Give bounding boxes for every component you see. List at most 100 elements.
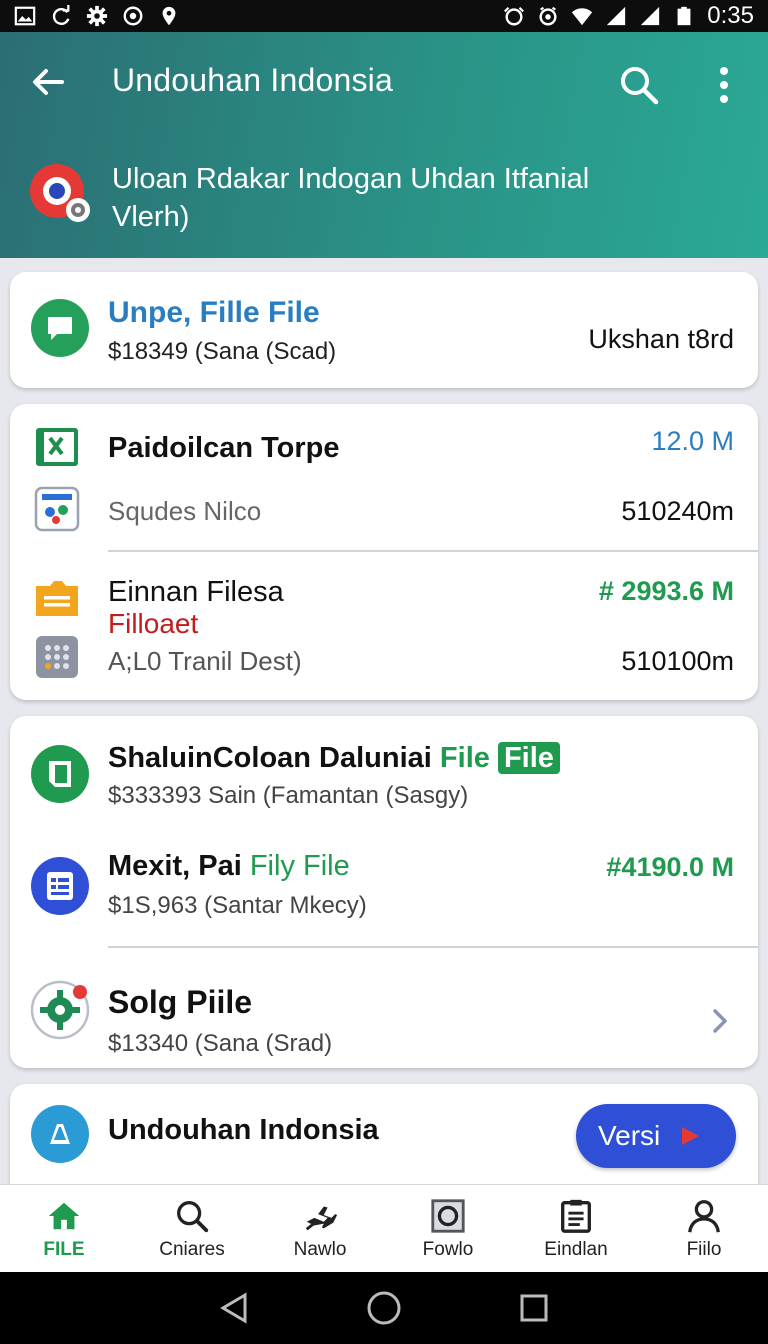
gear-icon	[86, 5, 108, 27]
file-type: Fily File	[249, 850, 350, 882]
chat-icon	[30, 298, 90, 358]
wifi-icon	[571, 5, 593, 27]
app-logo-icon	[30, 164, 90, 222]
more-vert-icon	[720, 67, 728, 103]
file-list-card-2: ShaluinColoan Daluniai File File $333393…	[10, 716, 758, 1068]
spreadsheet-icon	[34, 426, 80, 468]
form-icon	[30, 856, 90, 916]
search-icon	[177, 1200, 209, 1232]
file-meta: $333393 Sain (Famantan (Sasgy)	[108, 782, 469, 809]
file-name: Unpe, Fille File	[108, 296, 320, 329]
document-icon	[30, 744, 90, 804]
list-item[interactable]: Solg Piile $13340 (Sana (Srad)	[10, 950, 758, 1068]
file-status: Ukshan t8rd	[588, 324, 734, 354]
header-subtitle-line1: Uloan Rdakar Indogan Uhdan Itfanial	[112, 163, 590, 195]
nav-label: Nawlo	[293, 1238, 347, 1260]
version-button-label: Versi	[598, 1120, 661, 1151]
nav-label: Fowlo	[422, 1238, 474, 1260]
app-header: Undouhan Indonsia Uloan Rdakar Indogan U…	[0, 32, 768, 258]
search-button[interactable]	[614, 60, 664, 110]
nav-label: Eindlan	[544, 1238, 608, 1260]
more-options-button[interactable]	[704, 60, 744, 110]
calculator-icon	[34, 634, 80, 680]
clipboard-icon	[561, 1199, 591, 1233]
square-ring-icon	[431, 1198, 465, 1233]
photos-icon	[34, 486, 80, 532]
version-button[interactable]: Versi	[576, 1104, 736, 1168]
file-size: #4190.0 M	[606, 852, 734, 882]
file-name: Einnan Filesa	[108, 576, 284, 608]
file-card-featured[interactable]: Unpe, Fille File $18349 (Sana (Scad) Uks…	[10, 272, 758, 388]
file-size: 510240m	[621, 496, 734, 526]
header-subtitle: Uloan Rdakar Indogan Uhdan Itfanial Vler…	[112, 160, 672, 236]
file-tag: Filloaet	[108, 608, 199, 639]
file-name: Mexit, Pai Fily File	[108, 850, 350, 883]
location-icon	[158, 5, 180, 27]
bottom-navigation: FILE Cniares Nawlo Fowlo Eindlan Fiilo	[0, 1184, 768, 1272]
file-list-card: Paidoilcan Torpe 12.0 M Squdes Nilco 510…	[10, 404, 758, 700]
plane-icon	[305, 1206, 338, 1230]
gallery-icon	[14, 5, 36, 27]
nav-item-fowlo[interactable]: Fowlo	[384, 1185, 512, 1272]
system-back-button[interactable]	[214, 1288, 254, 1328]
square-recents-icon	[520, 1294, 548, 1322]
nav-label: Cniares	[159, 1238, 225, 1260]
nav-item-search[interactable]: Cniares	[128, 1185, 256, 1272]
target-icon	[537, 5, 559, 27]
system-navigation-bar	[0, 1272, 768, 1344]
page-title: Undouhan Indonsia	[112, 62, 393, 98]
record-icon	[122, 5, 144, 27]
header-subtitle-line2: Vlerh)	[112, 201, 190, 233]
list-item[interactable]: Squdes Nilco 510240m	[10, 484, 758, 554]
file-meta: $13340 (Sana (Srad)	[108, 1030, 333, 1057]
file-name-text: ShaluinColoan Daluniai	[108, 742, 432, 774]
system-recents-button[interactable]	[514, 1288, 554, 1328]
signal-icon-2	[639, 5, 661, 27]
alarm-icon	[503, 5, 525, 27]
list-item[interactable]: Mexit, Pai Fily File $1S,963 (Santar Mke…	[10, 838, 758, 946]
search-icon	[621, 67, 659, 105]
arrow-left-icon	[33, 69, 64, 95]
divider	[108, 550, 758, 552]
signal-icon	[605, 5, 627, 27]
back-button[interactable]	[26, 60, 70, 104]
file-name-text: Mexit, Pai	[108, 850, 242, 882]
file-size: 12.0 M	[651, 426, 734, 456]
nav-item-profile[interactable]: Fiilo	[640, 1185, 768, 1272]
play-arrow-icon	[682, 1127, 700, 1145]
settings-app-icon	[30, 978, 92, 1040]
app-name: Undouhan Indonsia	[108, 1114, 379, 1146]
file-type: File	[439, 742, 490, 774]
status-bar: 0:35	[0, 0, 768, 32]
battery-icon	[673, 5, 695, 27]
home-icon	[48, 1202, 80, 1229]
nav-label: Fiilo	[686, 1238, 722, 1260]
system-home-button[interactable]	[364, 1288, 404, 1328]
file-name: ShaluinColoan Daluniai File File	[108, 742, 560, 775]
person-icon	[688, 1199, 720, 1232]
triangle-back-icon	[220, 1292, 247, 1324]
list-item[interactable]: Paidoilcan Torpe 12.0 M	[10, 404, 758, 484]
nav-label: FILE	[43, 1238, 85, 1260]
file-badge: File	[497, 742, 560, 774]
file-size: # 2993.6 M	[598, 576, 734, 606]
status-time: 0:35	[707, 2, 754, 29]
circle-home-icon	[367, 1291, 401, 1325]
list-item[interactable]: Einnan Filesa Filloaet # 2993.6 M A;L0 T…	[10, 554, 758, 700]
list-item[interactable]: ShaluinColoan Daluniai File File $333393…	[10, 716, 758, 826]
nav-item-flight[interactable]: Nawlo	[256, 1185, 384, 1272]
file-size: 510100m	[621, 646, 734, 676]
app-card[interactable]: Undouhan Indonsia Versi	[10, 1084, 758, 1188]
nav-item-eindlan[interactable]: Eindlan	[512, 1185, 640, 1272]
file-name: Paidoilcan Torpe	[108, 432, 340, 464]
file-name: Solg Piile	[108, 984, 253, 1020]
nav-item-file[interactable]: FILE	[0, 1185, 128, 1272]
file-meta: $1S,963 (Santar Mkecy)	[108, 892, 367, 919]
sync-icon	[50, 5, 72, 27]
file-meta: A;L0 Tranil Dest)	[108, 646, 302, 676]
folder-icon	[34, 578, 80, 618]
chevron-right-icon[interactable]	[708, 1006, 732, 1036]
file-name: Squdes Nilco	[108, 496, 262, 526]
file-meta: $18349 (Sana (Scad)	[108, 338, 337, 365]
drive-icon	[30, 1104, 90, 1164]
